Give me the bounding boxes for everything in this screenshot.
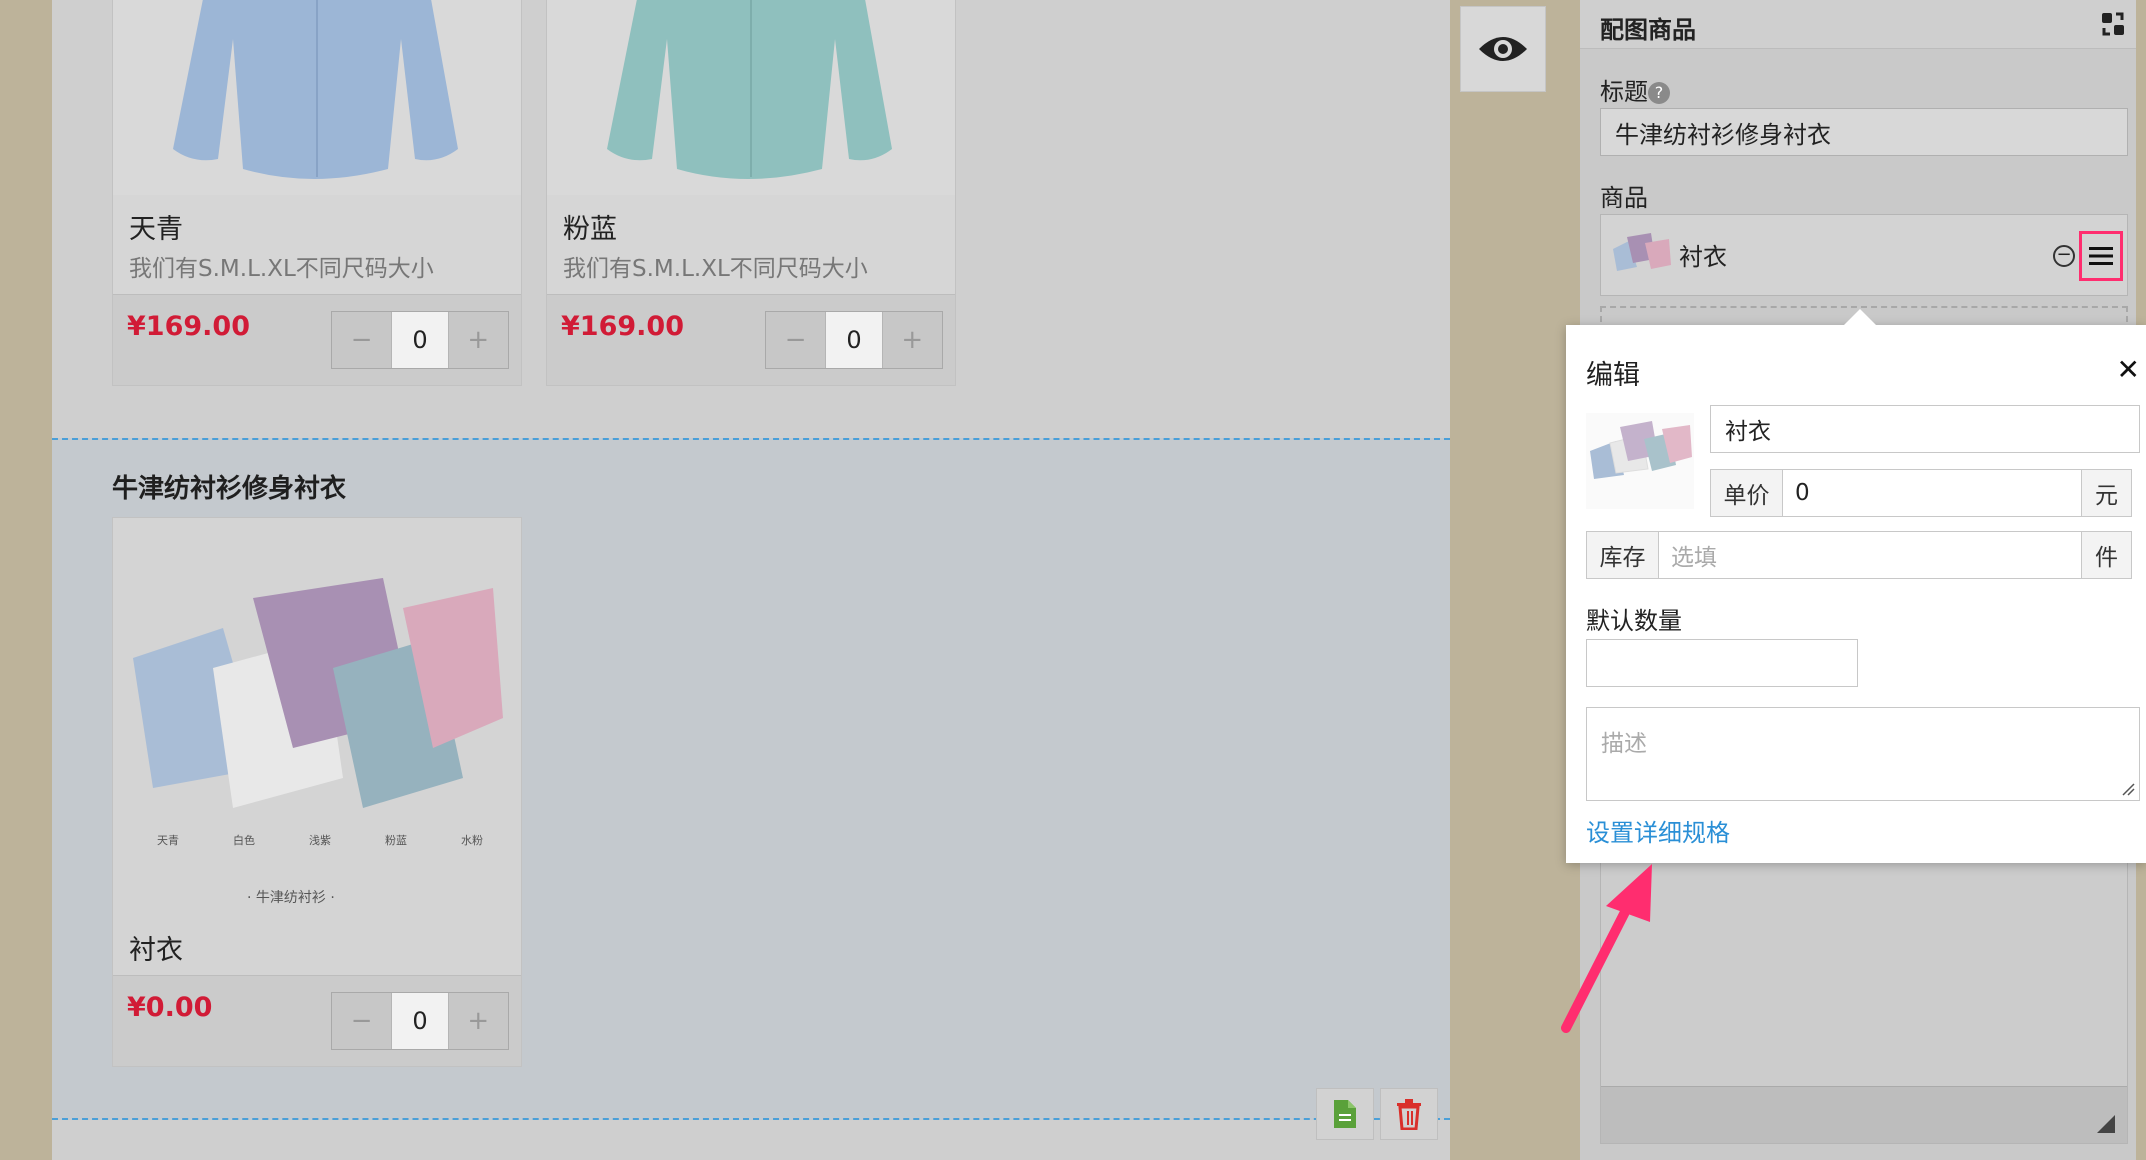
image-label: 粉蓝 [385, 834, 407, 847]
goods-label: 商品 [1600, 184, 1648, 212]
resize-bar[interactable] [1601, 1086, 2127, 1143]
image-label: 白色 [233, 833, 255, 847]
resize-handle-icon[interactable] [2097, 1115, 2115, 1133]
product-name: 天青 [129, 214, 183, 245]
product-image: 天青 白色 浅紫 粉蓝 水粉 · 牛津纺衬衫 · [113, 518, 521, 978]
product-footer: ¥0.00 − 0 + [113, 975, 521, 1066]
product-card-chenyi[interactable]: 天青 白色 浅紫 粉蓝 水粉 · 牛津纺衬衫 · 衬衣 ¥0.00 − 0 + [112, 517, 522, 1067]
description-placeholder: 描述 [1601, 731, 1647, 757]
decrement-button[interactable]: − [766, 312, 825, 368]
default-qty-label: 默认数量 [1586, 607, 1682, 635]
popover-title: 编辑 [1586, 360, 1640, 391]
quantity-stepper[interactable]: − 0 + [765, 311, 943, 369]
stock-label: 库存 [1587, 532, 1659, 578]
copy-icon [1334, 1100, 1356, 1128]
popover-arrow [1844, 309, 1876, 325]
goods-item-name: 衬衣 [1679, 243, 1727, 271]
price-unit: 元 [2081, 470, 2131, 516]
title-input[interactable]: 牛津纺衬衫修身衬衣 [1600, 108, 2128, 156]
price-label: 单价 [1711, 470, 1783, 516]
product-name: 衬衣 [129, 935, 183, 966]
goods-image [1586, 413, 1694, 509]
description-textarea[interactable]: 描述 [1586, 707, 2140, 801]
image-caption: · 牛津纺衬衫 · [247, 890, 335, 906]
product-desc: 我们有S.M.L.XL不同尺码大小 [129, 256, 434, 282]
increment-button[interactable]: + [883, 312, 942, 368]
product-price: ¥169.00 [127, 311, 250, 342]
quantity-value[interactable]: 0 [391, 312, 449, 368]
section-title: 牛津纺衬衫修身衬衣 [112, 474, 347, 504]
stock-input[interactable]: 选填 [1659, 538, 2081, 572]
image-label: 天青 [157, 834, 179, 847]
stock-unit: 件 [2081, 532, 2131, 578]
title-label-text: 标题 [1600, 78, 1648, 106]
menu-icon[interactable] [2079, 231, 2123, 281]
decrement-button[interactable]: − [332, 993, 391, 1049]
swap-icon[interactable] [2100, 11, 2126, 41]
product-price: ¥169.00 [561, 311, 684, 342]
product-image [113, 0, 521, 195]
close-icon[interactable]: ✕ [2117, 353, 2140, 386]
goods-thumbnail [1613, 233, 1671, 271]
price-input[interactable]: 0 [1783, 480, 2081, 506]
product-footer: ¥169.00 − 0 + [547, 294, 955, 385]
quantity-stepper[interactable]: − 0 + [331, 992, 509, 1050]
detail-spec-link[interactable]: 设置详细规格 [1586, 813, 1730, 848]
goods-list-item[interactable]: 衬衣 − [1600, 214, 2128, 296]
annotation-arrow-icon [1561, 864, 1652, 1033]
stock-input-group: 库存 选填 件 [1586, 531, 2132, 579]
preview-button[interactable] [1460, 6, 1546, 92]
eye-icon [1479, 37, 1527, 61]
increment-button[interactable]: + [449, 312, 508, 368]
edit-popover: 编辑 ✕ 衬衣 单价 0 元 库存 选填 件 默认数量 描述 设置详细规格 [1566, 309, 2146, 863]
title-label: 标题? [1600, 72, 1670, 107]
image-label: 浅紫 [309, 834, 331, 847]
quantity-stepper[interactable]: − 0 + [331, 311, 509, 369]
decrement-button[interactable]: − [332, 312, 391, 368]
product-card-fenlan[interactable]: 粉蓝 我们有S.M.L.XL不同尺码大小 ¥169.00 − 0 + [546, 0, 956, 386]
price-input-group: 单价 0 元 [1710, 469, 2132, 517]
trash-icon [1397, 1099, 1421, 1130]
textarea-resize-icon[interactable] [2121, 782, 2135, 796]
quantity-value[interactable]: 0 [391, 993, 449, 1049]
default-qty-input[interactable] [1586, 639, 1858, 687]
product-image [547, 0, 955, 195]
panel-header: 配图商品 [1580, 0, 2136, 49]
goods-name-input[interactable]: 衬衣 [1710, 405, 2140, 453]
help-icon[interactable]: ? [1648, 82, 1670, 104]
delete-button[interactable] [1380, 1088, 1438, 1140]
image-label: 水粉 [461, 834, 483, 847]
copy-button[interactable] [1316, 1088, 1374, 1140]
product-footer: ¥169.00 − 0 + [113, 294, 521, 385]
increment-button[interactable]: + [449, 993, 508, 1049]
product-card-tianqing[interactable]: 天青 我们有S.M.L.XL不同尺码大小 ¥169.00 − 0 + [112, 0, 522, 386]
product-name: 粉蓝 [563, 214, 617, 245]
quantity-value[interactable]: 0 [825, 312, 883, 368]
product-price: ¥0.00 [127, 992, 213, 1023]
remove-icon[interactable]: − [2053, 245, 2075, 267]
panel-title: 配图商品 [1600, 16, 1696, 44]
product-desc: 我们有S.M.L.XL不同尺码大小 [563, 256, 868, 282]
